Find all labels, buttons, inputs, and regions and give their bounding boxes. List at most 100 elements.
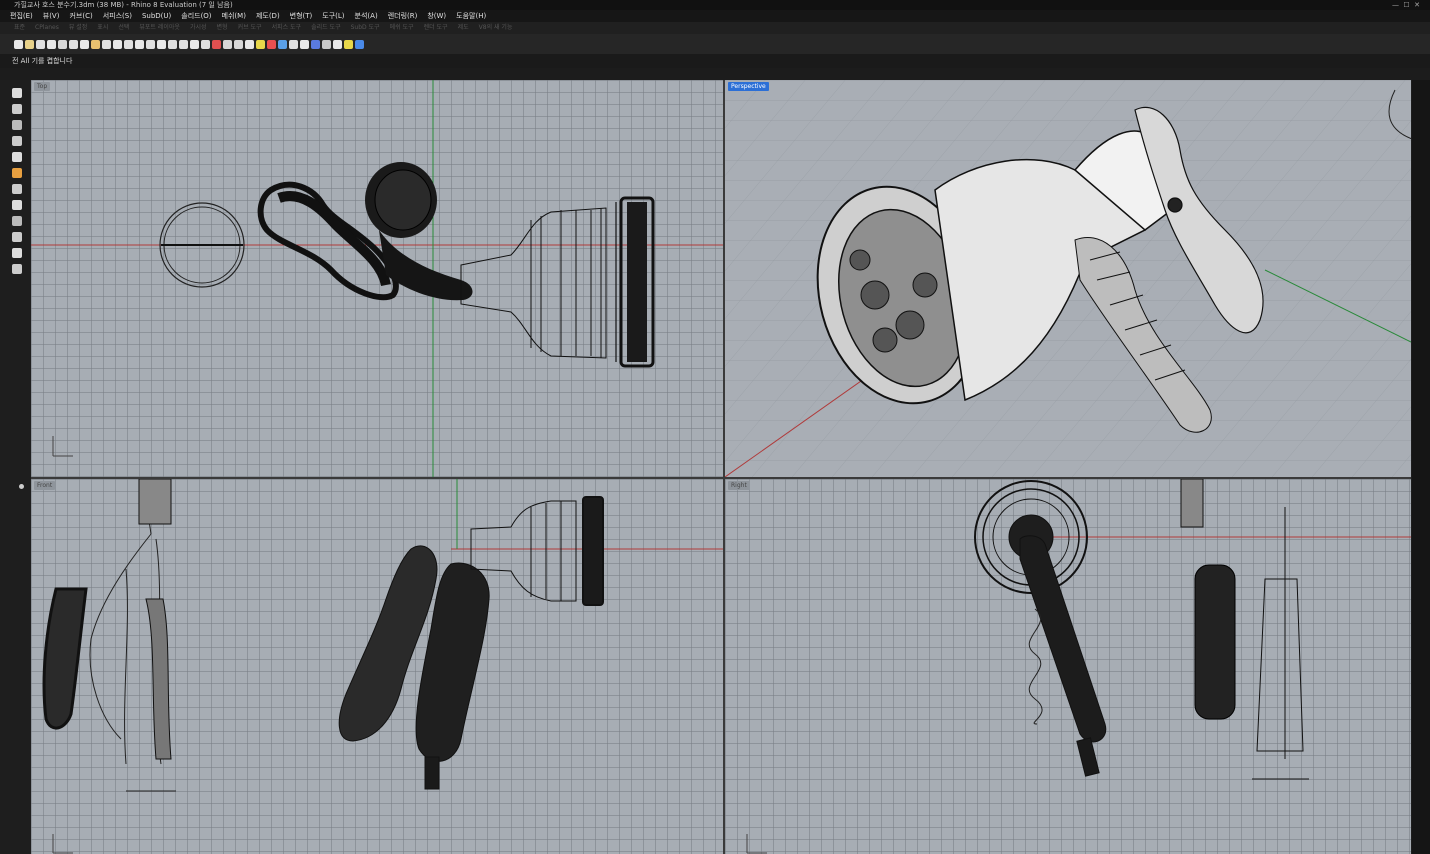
rotate-icon[interactable] — [124, 39, 133, 49]
viewport-divider-horizontal[interactable] — [31, 477, 1411, 479]
viewport-label-front[interactable]: Front — [34, 481, 56, 490]
toolbar-tab[interactable]: 선택 — [118, 22, 129, 34]
osnap-icon[interactable] — [223, 39, 232, 49]
open-icon[interactable] — [25, 39, 34, 49]
toolbar-tab[interactable]: 커브 도구 — [238, 22, 262, 34]
right-view-drawing — [746, 479, 1411, 854]
new-icon[interactable] — [14, 39, 23, 49]
toolbar-tab[interactable]: 제도 — [458, 22, 469, 34]
curve-icon[interactable] — [12, 152, 22, 162]
menu-item[interactable]: 변형(T) — [290, 10, 313, 22]
toolbar-tab[interactable]: SubD 도구 — [351, 22, 380, 34]
menu-bar: 편집(E) 뷰(V) 커브(C) 서피스(S) SubD(U) 솔리드(O) 메쉬(M) 제도… — [0, 10, 1430, 22]
viewport-perspective[interactable]: Perspective — [725, 80, 1411, 477]
right-coil — [1028, 608, 1043, 725]
menu-item[interactable]: 뷰(V) — [43, 10, 60, 22]
window-controls[interactable]: — ☐ ✕ — [1392, 0, 1420, 10]
point-icon[interactable] — [12, 88, 22, 98]
menu-item[interactable]: 메쉬(M) — [222, 10, 246, 22]
toolbar-tab[interactable]: 표준 — [14, 22, 25, 34]
viewport-label-perspective[interactable]: Perspective — [728, 82, 769, 91]
import-icon[interactable] — [58, 39, 67, 49]
cplane-icon[interactable] — [212, 39, 221, 49]
viewport-divider-vertical[interactable] — [723, 80, 725, 854]
toolbar-tab[interactable]: 뷰 설정 — [69, 22, 87, 34]
right-handle — [1019, 535, 1107, 777]
copy-icon[interactable] — [80, 39, 89, 49]
mesh-icon[interactable] — [12, 200, 22, 210]
pan-icon[interactable] — [113, 39, 122, 49]
display-mode-icon[interactable] — [300, 39, 309, 49]
menu-item[interactable]: 서피스(S) — [103, 10, 132, 22]
viewport-right[interactable]: Right — [725, 479, 1411, 854]
right-tapered-profile — [1252, 507, 1309, 780]
toolbar-tab[interactable]: V8의 새 기능 — [479, 22, 513, 34]
right-ribbed-grip — [1194, 564, 1236, 720]
menu-item[interactable]: 분석(A) — [355, 10, 378, 22]
front-hatch-right — [138, 479, 172, 760]
toolbar-tab[interactable]: 서피스 도구 — [272, 22, 302, 34]
properties-icon[interactable] — [245, 39, 254, 49]
line-icon[interactable] — [12, 104, 22, 114]
globe-icon[interactable] — [355, 39, 364, 49]
render-tool-icon[interactable] — [12, 264, 22, 274]
left-toolbar — [0, 80, 30, 854]
toolbar-tab[interactable]: 메쉬 도구 — [390, 22, 414, 34]
toolbar-tab[interactable]: 렌더 도구 — [424, 22, 448, 34]
menu-item[interactable]: 제도(D) — [256, 10, 280, 22]
texture-icon[interactable] — [311, 39, 320, 49]
layer-icon[interactable] — [234, 39, 243, 49]
viewport-layout-icon[interactable] — [190, 39, 199, 49]
undo-icon[interactable] — [102, 39, 111, 49]
right-cplane-icon — [746, 834, 767, 854]
menu-item[interactable]: 도움말(H) — [456, 10, 486, 22]
viewport-top[interactable]: Top — [31, 80, 723, 477]
render-icon[interactable] — [289, 39, 298, 49]
toolbar-tab[interactable]: 변형 — [217, 22, 228, 34]
menu-item[interactable]: 편집(E) — [10, 10, 33, 22]
zoom-extents-icon[interactable] — [157, 39, 166, 49]
rotate-view-icon[interactable] — [179, 39, 188, 49]
front-view-drawing — [42, 479, 723, 854]
viewport-front[interactable]: Front — [31, 479, 723, 854]
front-hatch-left — [42, 587, 88, 730]
options-icon[interactable] — [333, 39, 342, 49]
circle-icon[interactable] — [12, 120, 22, 130]
save-icon[interactable] — [36, 39, 45, 49]
color-icon[interactable] — [267, 39, 276, 49]
menu-item[interactable]: 렌더링(R) — [388, 10, 418, 22]
toolbar-tab[interactable]: CPlanes — [35, 22, 59, 34]
print-icon[interactable] — [47, 39, 56, 49]
transform-icon[interactable] — [12, 216, 22, 226]
gear-icon[interactable] — [19, 484, 24, 489]
toolbar-tab[interactable]: 가시성 — [190, 22, 207, 34]
viewport-label-top[interactable]: Top — [34, 82, 51, 91]
zoom-selected-icon[interactable] — [168, 39, 177, 49]
light-icon[interactable] — [256, 39, 265, 49]
environment-icon[interactable] — [322, 39, 331, 49]
help-icon[interactable] — [344, 39, 353, 49]
material-icon[interactable] — [278, 39, 287, 49]
solid-icon[interactable] — [12, 184, 22, 194]
cut-icon[interactable] — [69, 39, 78, 49]
analyze-icon[interactable] — [12, 248, 22, 258]
command-line[interactable]: 전 All 기를 켭합니다 — [0, 54, 1430, 68]
top-nozzle-body — [460, 207, 607, 359]
menu-item[interactable]: 도구(L) — [322, 10, 344, 22]
paste-icon[interactable] — [91, 39, 100, 49]
menu-item[interactable]: 커브(C) — [69, 10, 92, 22]
arc-icon[interactable] — [12, 136, 22, 146]
menu-item[interactable]: SubD(U) — [142, 10, 171, 22]
toolbar-tab[interactable]: 솔리드 도구 — [311, 22, 341, 34]
right-panel-edge — [1412, 80, 1430, 854]
menu-item[interactable]: 창(W) — [427, 10, 446, 22]
toolbar-tab[interactable]: 뷰포트 레이아웃 — [139, 22, 180, 34]
array-icon[interactable] — [12, 232, 22, 242]
toolbar-tab[interactable]: 표시 — [97, 22, 108, 34]
zoom-window-icon[interactable] — [146, 39, 155, 49]
select-icon[interactable] — [201, 39, 210, 49]
viewport-label-right[interactable]: Right — [728, 481, 750, 490]
menu-item[interactable]: 솔리드(O) — [181, 10, 211, 22]
zoom-icon[interactable] — [135, 39, 144, 49]
surface-icon[interactable] — [12, 168, 22, 178]
